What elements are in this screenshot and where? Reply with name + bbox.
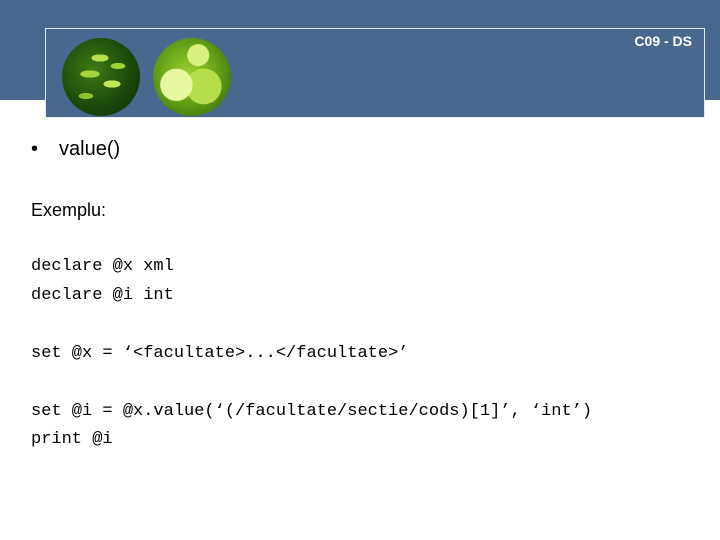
bullet-dot-icon: •	[31, 138, 39, 160]
code-line: set @x = ‘<facultate>...</facultate>’	[31, 344, 409, 363]
bullet-item: • value()	[31, 138, 120, 161]
green-puzzle-image	[153, 38, 231, 116]
fern-leaf-image	[62, 38, 140, 116]
code-line: print @i	[31, 430, 113, 449]
code-line: declare @i int	[31, 286, 174, 305]
header-box: C09 - DS	[45, 28, 705, 118]
code-line: set @i = @x.value(‘(/facultate/sectie/co…	[31, 402, 593, 421]
example-label: Exemplu:	[31, 200, 107, 220]
bullet-text: value()	[59, 138, 121, 160]
slide-id: C09 - DS	[634, 33, 692, 49]
code-line: declare @x xml	[31, 257, 174, 276]
